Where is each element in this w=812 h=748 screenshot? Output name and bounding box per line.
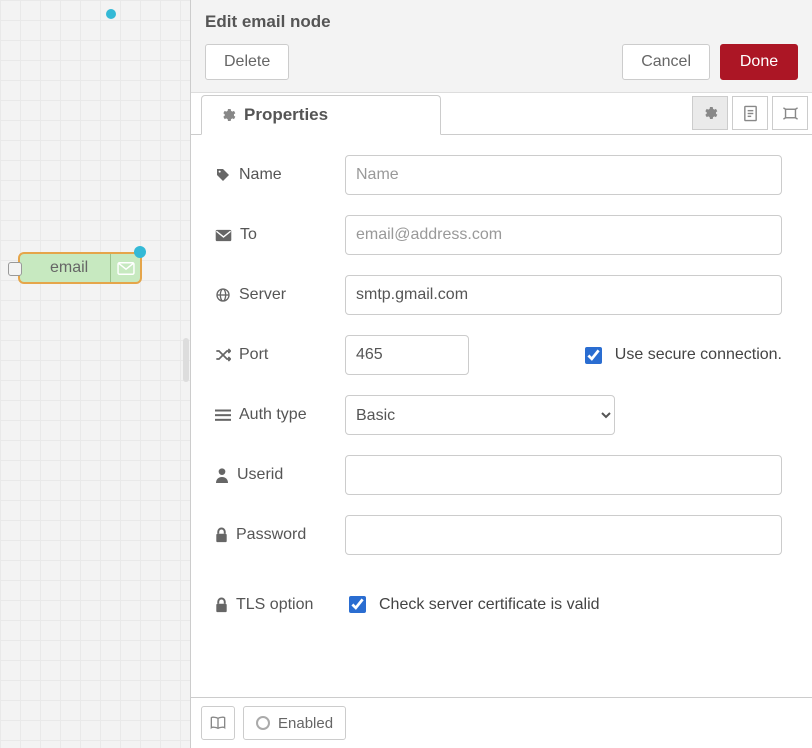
gear-icon — [220, 107, 236, 123]
secure-connection-option[interactable]: Use secure connection. — [581, 344, 782, 367]
shuffle-icon — [215, 348, 231, 362]
wire-endpoint[interactable] — [106, 9, 116, 19]
authtype-select[interactable]: Basic — [345, 395, 615, 435]
tab-description-button[interactable] — [732, 96, 768, 130]
row-name: Name — [215, 155, 782, 195]
secure-checkbox[interactable] — [585, 347, 602, 364]
tls-check-option[interactable]: Check server certificate is valid — [345, 593, 600, 616]
label-to: To — [215, 226, 345, 244]
tab-appearance-button[interactable] — [772, 96, 808, 130]
panel-title: Edit email node — [205, 12, 798, 32]
row-authtype: Auth type Basic — [215, 395, 782, 435]
panel-footer: Enabled — [191, 697, 812, 748]
label-name: Name — [215, 166, 345, 184]
row-port: Port Use secure connection. — [215, 335, 782, 375]
tab-properties[interactable]: Properties — [201, 95, 441, 135]
row-password: Password — [215, 515, 782, 555]
lock-icon — [215, 597, 228, 613]
email-node[interactable]: email — [18, 252, 142, 284]
row-server: Server — [215, 275, 782, 315]
node-input-port[interactable] — [8, 262, 22, 276]
book-icon — [210, 716, 226, 730]
done-button[interactable]: Done — [720, 44, 798, 80]
port-input[interactable] — [345, 335, 469, 375]
editor-panel: Edit email node Delete Cancel Done Prope… — [190, 0, 812, 748]
show-info-button[interactable] — [201, 706, 235, 740]
form-area: Name To Server — [191, 135, 812, 697]
password-input[interactable] — [345, 515, 782, 555]
list-icon — [215, 409, 231, 422]
label-password: Password — [215, 526, 345, 544]
to-input[interactable] — [345, 215, 782, 255]
globe-icon — [215, 287, 231, 303]
userid-input[interactable] — [345, 455, 782, 495]
panel-header: Edit email node Delete Cancel Done — [191, 0, 812, 93]
row-userid: Userid — [215, 455, 782, 495]
tab-gear-button[interactable] — [692, 96, 728, 130]
appearance-icon — [782, 106, 799, 121]
user-icon — [215, 467, 229, 483]
server-input[interactable] — [345, 275, 782, 315]
node-output-port[interactable] — [134, 246, 146, 258]
delete-button[interactable]: Delete — [205, 44, 289, 80]
row-to: To — [215, 215, 782, 255]
document-icon — [743, 105, 758, 122]
label-port: Port — [215, 346, 345, 364]
gear-icon — [702, 105, 718, 121]
toggle-indicator-icon — [256, 716, 270, 730]
lock-icon — [215, 527, 228, 543]
label-tls: TLS option — [215, 596, 345, 614]
tag-icon — [215, 167, 231, 183]
row-tls: TLS option Check server certificate is v… — [215, 593, 782, 616]
label-userid: Userid — [215, 466, 345, 484]
node-label: email — [20, 259, 110, 277]
cancel-button[interactable]: Cancel — [622, 44, 710, 80]
envelope-icon — [110, 254, 140, 282]
label-server: Server — [215, 286, 345, 304]
tabs-row: Properties — [191, 93, 812, 135]
tls-checkbox[interactable] — [349, 596, 366, 613]
panel-resize-handle[interactable] — [183, 338, 189, 382]
tab-label: Properties — [244, 105, 328, 125]
label-authtype: Auth type — [215, 406, 345, 424]
enabled-toggle[interactable]: Enabled — [243, 706, 346, 740]
envelope-icon — [215, 229, 232, 242]
name-input[interactable] — [345, 155, 782, 195]
panel-actions: Delete Cancel Done — [205, 44, 798, 80]
